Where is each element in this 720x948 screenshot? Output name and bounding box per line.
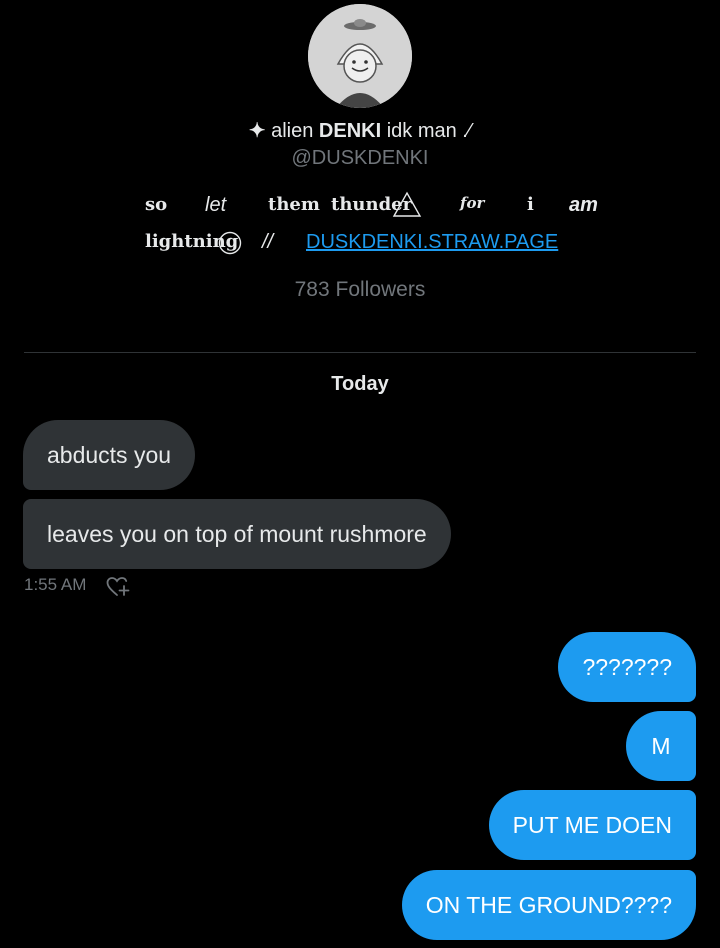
profile-handle: @DUSKDENKI: [291, 147, 429, 169]
profile-avatar[interactable]: [308, 4, 412, 108]
bio-word: them: [268, 194, 320, 215]
message-text: ON THE GROUND????: [425, 892, 672, 918]
bio-word: let: [205, 194, 227, 216]
sent-message[interactable]: ON THE GROUND????: [401, 870, 696, 940]
bio-word: i: [527, 194, 534, 215]
bio-link[interactable]: DUSKDENKI.STRAW.PAGE: [306, 231, 558, 254]
date-divider: Today: [331, 373, 389, 395]
bio-word: so: [145, 194, 168, 215]
bio-word: //: [262, 231, 274, 253]
profile-bio-line-1: so let them thunder for i am: [0, 191, 720, 222]
bio-word: am: [569, 194, 598, 216]
display-name-text: alien DENKI idk man .⁄: [271, 120, 472, 142]
sent-message[interactable]: PUT ME DOEN: [488, 790, 696, 860]
triangle-doodle-icon: [392, 191, 422, 217]
sent-message[interactable]: ???????: [558, 632, 696, 702]
message-text: M: [651, 733, 671, 759]
circle-doodle-icon: [218, 231, 242, 255]
message-text: PUT ME DOEN: [512, 812, 672, 838]
received-message[interactable]: leaves you on top of mount rushmore: [23, 499, 451, 569]
message-text: ???????: [582, 654, 672, 680]
display-name: ✦ alien DENKI idk man .⁄: [0, 118, 720, 143]
sparkle-icon: ✦: [248, 120, 266, 142]
followers-count[interactable]: 783 Followers: [0, 278, 720, 302]
profile-bio-line-2: lightning // DUSKDENKI.STRAW.PAGE: [0, 231, 720, 259]
received-message[interactable]: abducts you: [23, 420, 196, 490]
bio-word: for: [460, 194, 485, 212]
divider: [24, 352, 696, 353]
heart-plus-icon[interactable]: [106, 576, 130, 598]
message-text: leaves you on top of mount rushmore: [47, 521, 427, 547]
message-text: abducts you: [47, 442, 172, 468]
sent-message[interactable]: M: [626, 711, 696, 781]
message-timestamp: 1:55 AM: [24, 575, 87, 594]
display-name-bold: DENKI: [318, 120, 382, 142]
